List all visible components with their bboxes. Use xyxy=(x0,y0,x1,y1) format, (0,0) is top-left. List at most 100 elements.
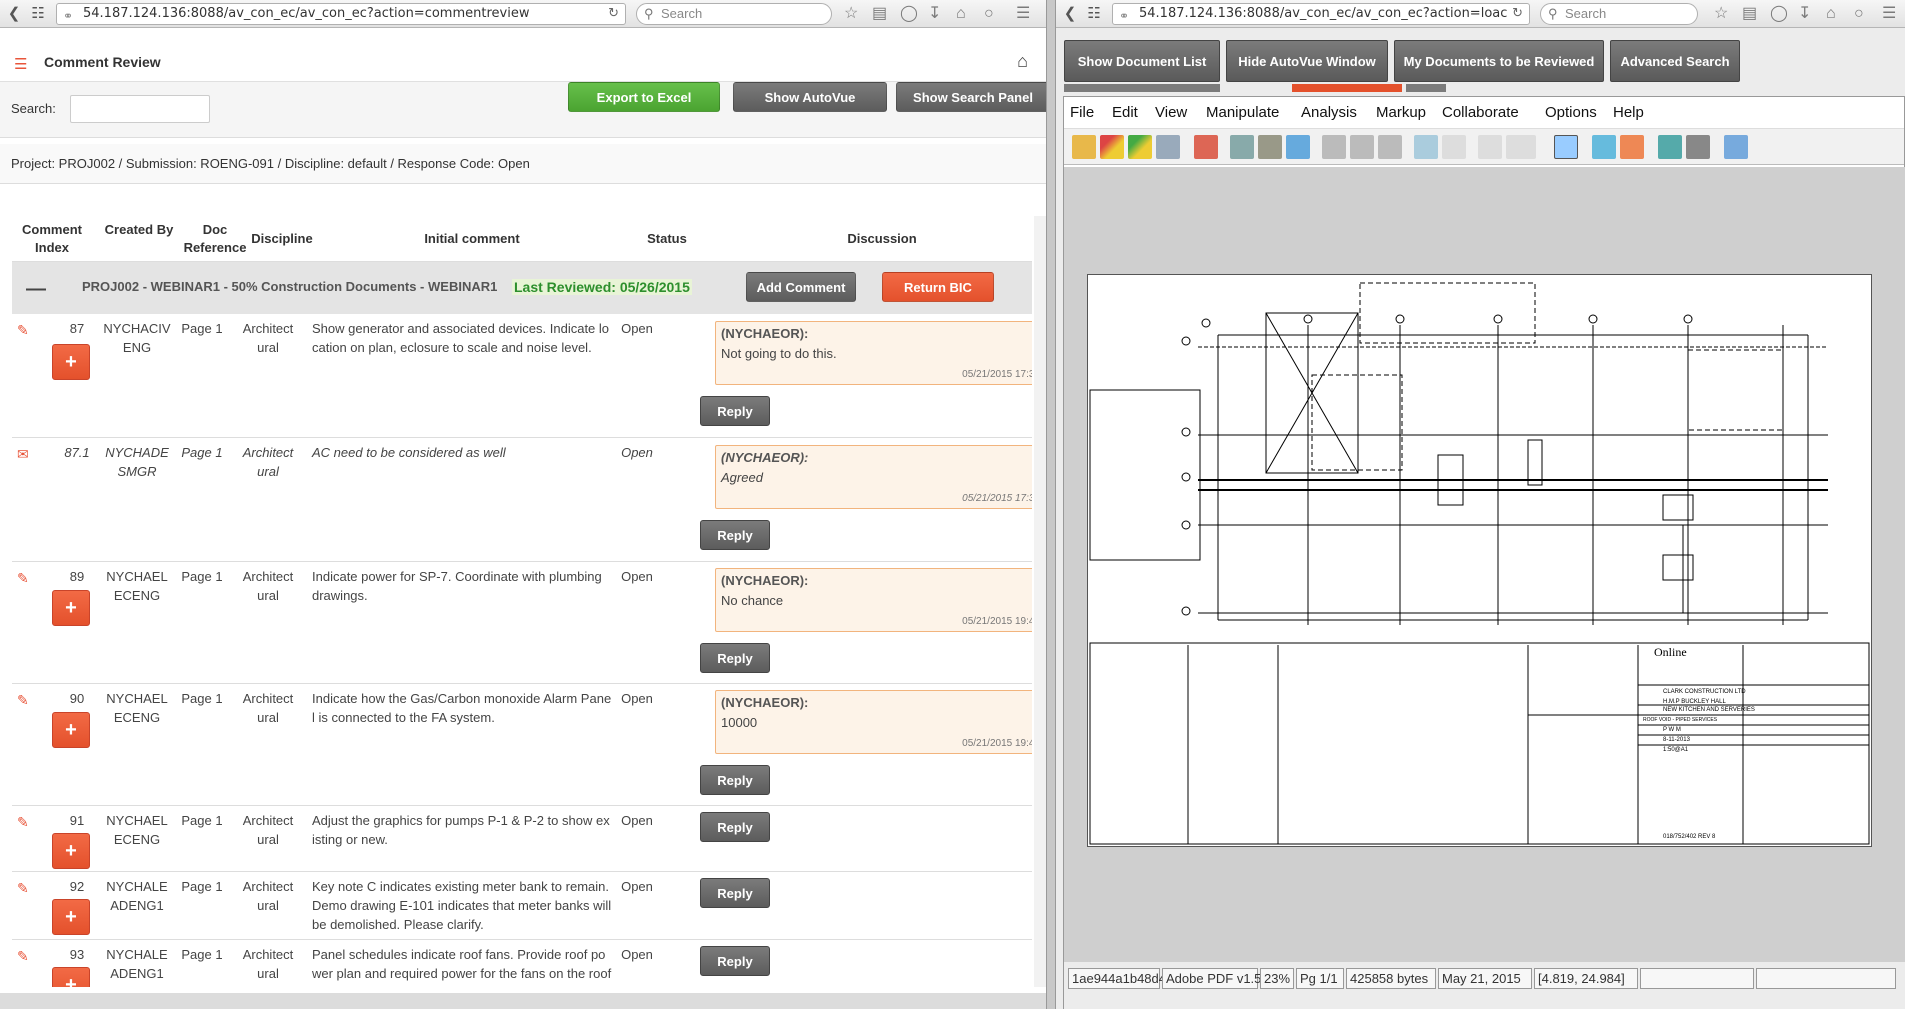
show-document-list-button[interactable]: Show Document List xyxy=(1064,40,1220,82)
edit-icon[interactable]: ✎ xyxy=(17,692,29,709)
advanced-search-button[interactable]: Advanced Search xyxy=(1610,40,1740,82)
bookmark-star-icon[interactable]: ☆ xyxy=(1714,4,1728,24)
drawing-subtitle: ROOF VOID - PIPED SERVICES xyxy=(1643,717,1718,723)
menu-edit[interactable]: Edit xyxy=(1112,104,1138,121)
cad-drawing[interactable]: Online CLARK CONSTRUCTION LTD H.M.P BUCK… xyxy=(1087,274,1872,847)
menu-file[interactable]: File xyxy=(1070,104,1094,121)
fit-all-icon[interactable] xyxy=(1592,135,1616,159)
edit-icon[interactable]: ✎ xyxy=(17,880,29,897)
back-icon[interactable]: ❮ xyxy=(1058,3,1082,25)
menu-icon[interactable]: ☷ xyxy=(1082,3,1106,25)
measure-icon[interactable] xyxy=(1724,135,1748,159)
pocket-icon[interactable]: ◯ xyxy=(900,4,918,24)
list-icon[interactable]: ☰ xyxy=(14,55,27,73)
reply-button[interactable]: Reply xyxy=(700,520,770,550)
menu-view[interactable]: View xyxy=(1155,104,1187,121)
collapse-icon[interactable]: — xyxy=(26,278,46,301)
menu-markup[interactable]: Markup xyxy=(1376,104,1426,121)
layers-icon[interactable] xyxy=(1658,135,1682,159)
return-bic-button[interactable]: Return BIC xyxy=(882,272,994,302)
add-reply-button[interactable]: + xyxy=(52,833,90,869)
url-bar[interactable]: ⚭ 54.187.124.136:8088/av_con_ec/av_con_e… xyxy=(1112,3,1530,25)
chat-icon[interactable]: ○ xyxy=(1854,4,1864,24)
table-row: ✎ 87 NYCHACIVENG Page 1 Architectural Sh… xyxy=(12,314,1032,438)
stamp-icon[interactable] xyxy=(1194,135,1218,159)
3d-icon[interactable] xyxy=(1686,135,1710,159)
add-comment-button[interactable]: Add Comment xyxy=(746,272,856,302)
back-icon[interactable]: ❮ xyxy=(2,3,26,25)
menu-manipulate[interactable]: Manipulate xyxy=(1206,104,1279,121)
hamburger-icon[interactable]: ☰ xyxy=(1016,4,1030,24)
markup-pen2-icon[interactable] xyxy=(1128,135,1152,159)
cell-created-by: NYCHACIVENG xyxy=(103,321,171,355)
bookmark-star-icon[interactable]: ☆ xyxy=(844,4,858,24)
show-autovue-button[interactable]: Show AutoVue xyxy=(733,82,887,112)
search-input[interactable] xyxy=(70,95,210,123)
print-icon[interactable] xyxy=(1230,135,1254,159)
print-preview-icon[interactable] xyxy=(1258,135,1282,159)
reply-button[interactable]: Reply xyxy=(700,396,770,426)
home-browser-icon[interactable]: ⌂ xyxy=(1826,4,1836,24)
status-empty xyxy=(1640,968,1754,989)
hamburger-icon[interactable]: ☰ xyxy=(1882,4,1896,24)
pocket-icon[interactable]: ◯ xyxy=(1770,4,1788,24)
home-browser-icon[interactable]: ⌂ xyxy=(956,4,966,24)
zoom-box-icon[interactable] xyxy=(1554,135,1578,159)
browser-search[interactable]: ⚲ Search xyxy=(1540,3,1698,25)
browser-search-placeholder: Search xyxy=(661,6,703,21)
reading-list-icon[interactable]: ▤ xyxy=(872,4,887,24)
reading-list-icon[interactable]: ▤ xyxy=(1742,4,1757,24)
next-page-icon[interactable] xyxy=(1378,135,1402,159)
select-cursor-icon[interactable] xyxy=(1442,135,1466,159)
drawing-canvas[interactable]: Online CLARK CONSTRUCTION LTD H.M.P BUCK… xyxy=(1064,167,1905,962)
pan-hand-icon[interactable] xyxy=(1478,135,1502,159)
menu-help[interactable]: Help xyxy=(1613,104,1644,121)
edit-icon[interactable]: ✎ xyxy=(17,322,29,339)
reply-button[interactable]: Reply xyxy=(700,812,770,842)
download-icon[interactable]: ↧ xyxy=(1798,4,1811,24)
reload-icon[interactable]: ↻ xyxy=(1512,4,1523,24)
markup-pen-icon[interactable] xyxy=(1100,135,1124,159)
prev-page-icon[interactable] xyxy=(1350,135,1374,159)
header-discussion: Discussion xyxy=(847,231,917,246)
my-documents-button[interactable]: My Documents to be Reviewed xyxy=(1394,40,1604,82)
first-page-icon[interactable] xyxy=(1322,135,1346,159)
edit-icon[interactable]: ✎ xyxy=(17,814,29,831)
download-icon[interactable]: ↧ xyxy=(928,4,941,24)
cell-discipline: Architectural xyxy=(242,947,294,981)
add-reply-button[interactable]: + xyxy=(52,344,90,380)
zoom-window-icon[interactable] xyxy=(1620,135,1644,159)
tree-icon[interactable] xyxy=(1156,135,1180,159)
edit-icon[interactable]: ✎ xyxy=(17,948,29,965)
edit-icon[interactable]: ✎ xyxy=(17,570,29,587)
menu-options[interactable]: Options xyxy=(1545,104,1597,121)
menu-icon[interactable]: ☷ xyxy=(26,3,50,25)
add-reply-button[interactable]: + xyxy=(52,712,90,748)
cell-status: Open xyxy=(621,691,653,706)
table-scrollbar[interactable] xyxy=(1034,216,1046,987)
add-reply-button[interactable]: + xyxy=(52,590,90,626)
open-folder-icon[interactable] xyxy=(1072,135,1096,159)
show-search-panel-button[interactable]: Show Search Panel xyxy=(896,82,1046,112)
add-reply-button[interactable]: + xyxy=(52,967,90,987)
reply-thread-icon[interactable]: ✉ xyxy=(17,446,29,463)
menu-collaborate[interactable]: Collaborate xyxy=(1442,104,1519,121)
compare-icon[interactable] xyxy=(1286,135,1310,159)
rotate-90-icon[interactable] xyxy=(1506,135,1536,159)
cell-initial-comment: AC need to be considered as well xyxy=(312,445,506,460)
menu-analysis[interactable]: Analysis xyxy=(1301,104,1357,121)
reply-button[interactable]: Reply xyxy=(700,946,770,976)
reload-icon[interactable]: ↻ xyxy=(608,4,619,24)
reply-button[interactable]: Reply xyxy=(700,878,770,908)
reply-button[interactable]: Reply xyxy=(700,643,770,673)
reply-button[interactable]: Reply xyxy=(700,765,770,795)
home-icon[interactable]: ⌂ xyxy=(1017,51,1028,72)
window-divider[interactable] xyxy=(1046,0,1056,1009)
chat-icon[interactable]: ○ xyxy=(984,4,994,24)
hide-autovue-button[interactable]: Hide AutoVue Window xyxy=(1226,40,1388,82)
url-bar[interactable]: ⚭ 54.187.124.136:8088/av_con_ec/av_con_e… xyxy=(56,3,626,25)
add-reply-button[interactable]: + xyxy=(52,899,90,935)
export-excel-button[interactable]: Export to Excel xyxy=(568,82,720,112)
zoom-fit-icon[interactable] xyxy=(1414,135,1438,159)
browser-search[interactable]: ⚲ Search xyxy=(636,3,832,25)
